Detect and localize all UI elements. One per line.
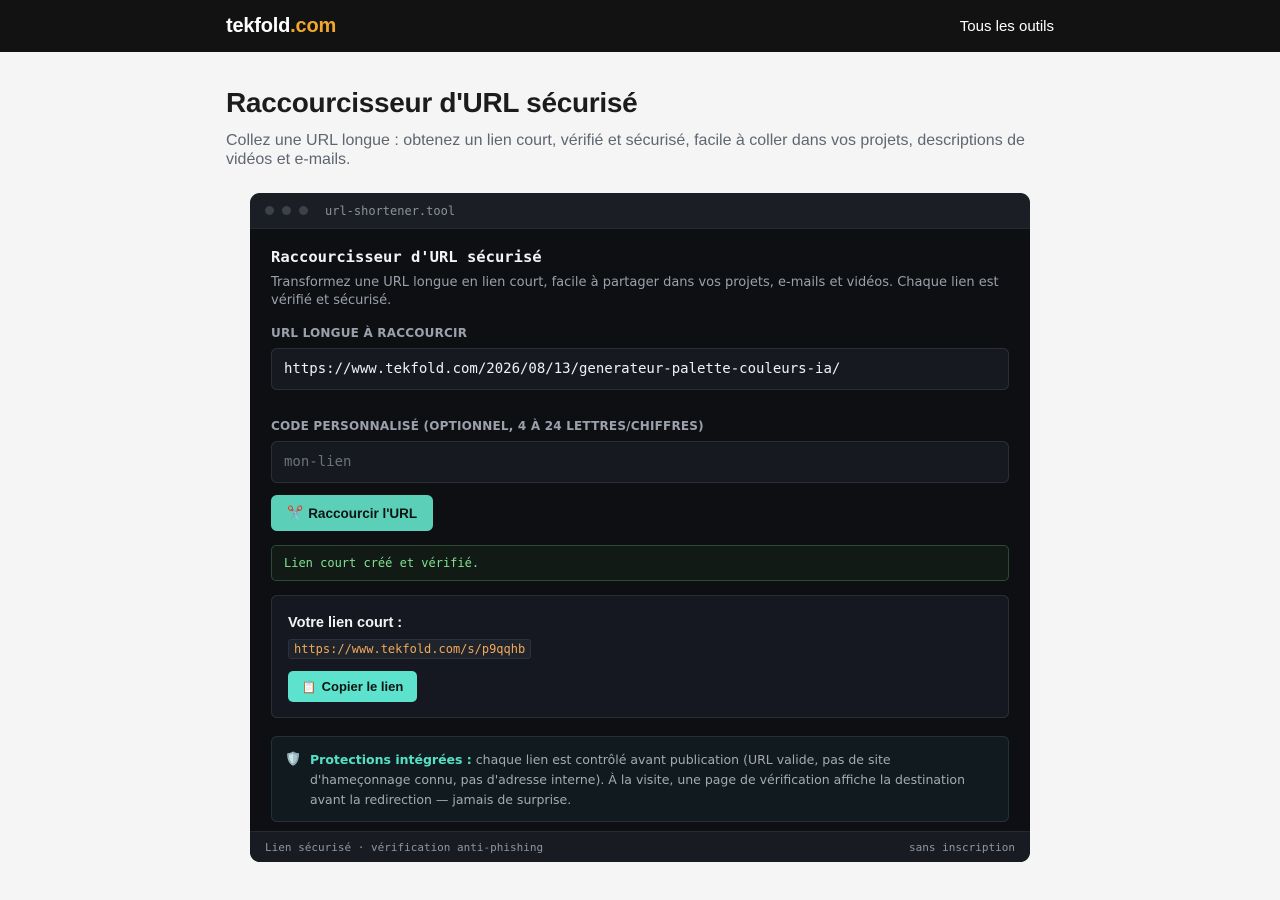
brand-name: tekfold (226, 14, 291, 37)
custom-code-input[interactable] (271, 441, 1009, 483)
result-label: Votre lien court : (288, 615, 403, 631)
copy-link-button-label: Copier le lien (321, 679, 404, 694)
result-panel: Votre lien court : https://www.tekfold.c… (271, 595, 1009, 718)
scissors-icon: ✂️ (287, 505, 304, 520)
tool-body: Raccourcisseur d'URL sécurisé Transforme… (250, 229, 1030, 822)
protection-text: Protections intégrées : chaque lien est … (310, 750, 990, 821)
short-link-value[interactable]: https://www.tekfold.com/s/p9qqhb (288, 639, 532, 659)
window-dot-icon (299, 206, 308, 215)
footer-no-signup: sans inscription (909, 840, 1015, 854)
nav-all-tools-link[interactable]: Tous les outils (960, 18, 1054, 35)
long-url-input[interactable] (271, 348, 1009, 390)
brand-tld: .com (290, 14, 337, 37)
footer-security-note: Lien sécurisé · vérification anti-phishi… (265, 840, 544, 854)
shorten-url-button[interactable]: ✂️ Raccourcir l'URL (271, 495, 434, 531)
tool-window-titlebar: url-shortener.tool (250, 193, 1030, 229)
tool-description: Transformez une URL longue en lien court… (271, 275, 999, 308)
status-message: Lien court créé et vérifié. (271, 545, 1009, 581)
top-navbar-inner: tekfold.com Tous les outils (226, 0, 1054, 52)
main-content: Raccourcisseur d'URL sécurisé Collez une… (226, 52, 1054, 862)
long-url-label: URL LONGUE À RACCOURCIR (271, 326, 468, 340)
tool-window-title: url-shortener.tool (325, 203, 456, 218)
shorten-url-button-label: Raccourcir l'URL (308, 505, 418, 521)
site-logo[interactable]: tekfold.com (226, 15, 336, 38)
shield-icon: 🛡️ (285, 751, 302, 766)
tool-title: Raccourcisseur d'URL sécurisé (271, 248, 542, 266)
window-dot-icon (265, 206, 274, 215)
copy-link-button[interactable]: 📋 Copier le lien (288, 671, 417, 702)
top-navbar: tekfold.com Tous les outils (0, 0, 1280, 52)
protection-title: Protections intégrées : (310, 752, 472, 767)
page-title: Raccourcisseur d'URL sécurisé (226, 87, 638, 118)
clipboard-icon: 📋 (301, 679, 317, 694)
tool-footer: Lien sécurisé · vérification anti-phishi… (250, 831, 1030, 862)
tool-window: url-shortener.tool Raccourcisseur d'URL … (250, 193, 1030, 862)
custom-code-label: CODE PERSONNALISÉ (OPTIONNEL, 4 À 24 LET… (271, 419, 704, 433)
window-dot-icon (282, 206, 291, 215)
protection-notice: 🛡️ Protections intégrées : chaque lien e… (271, 736, 1009, 822)
page-subtitle: Collez une URL longue : obtenez un lien … (226, 132, 1025, 168)
